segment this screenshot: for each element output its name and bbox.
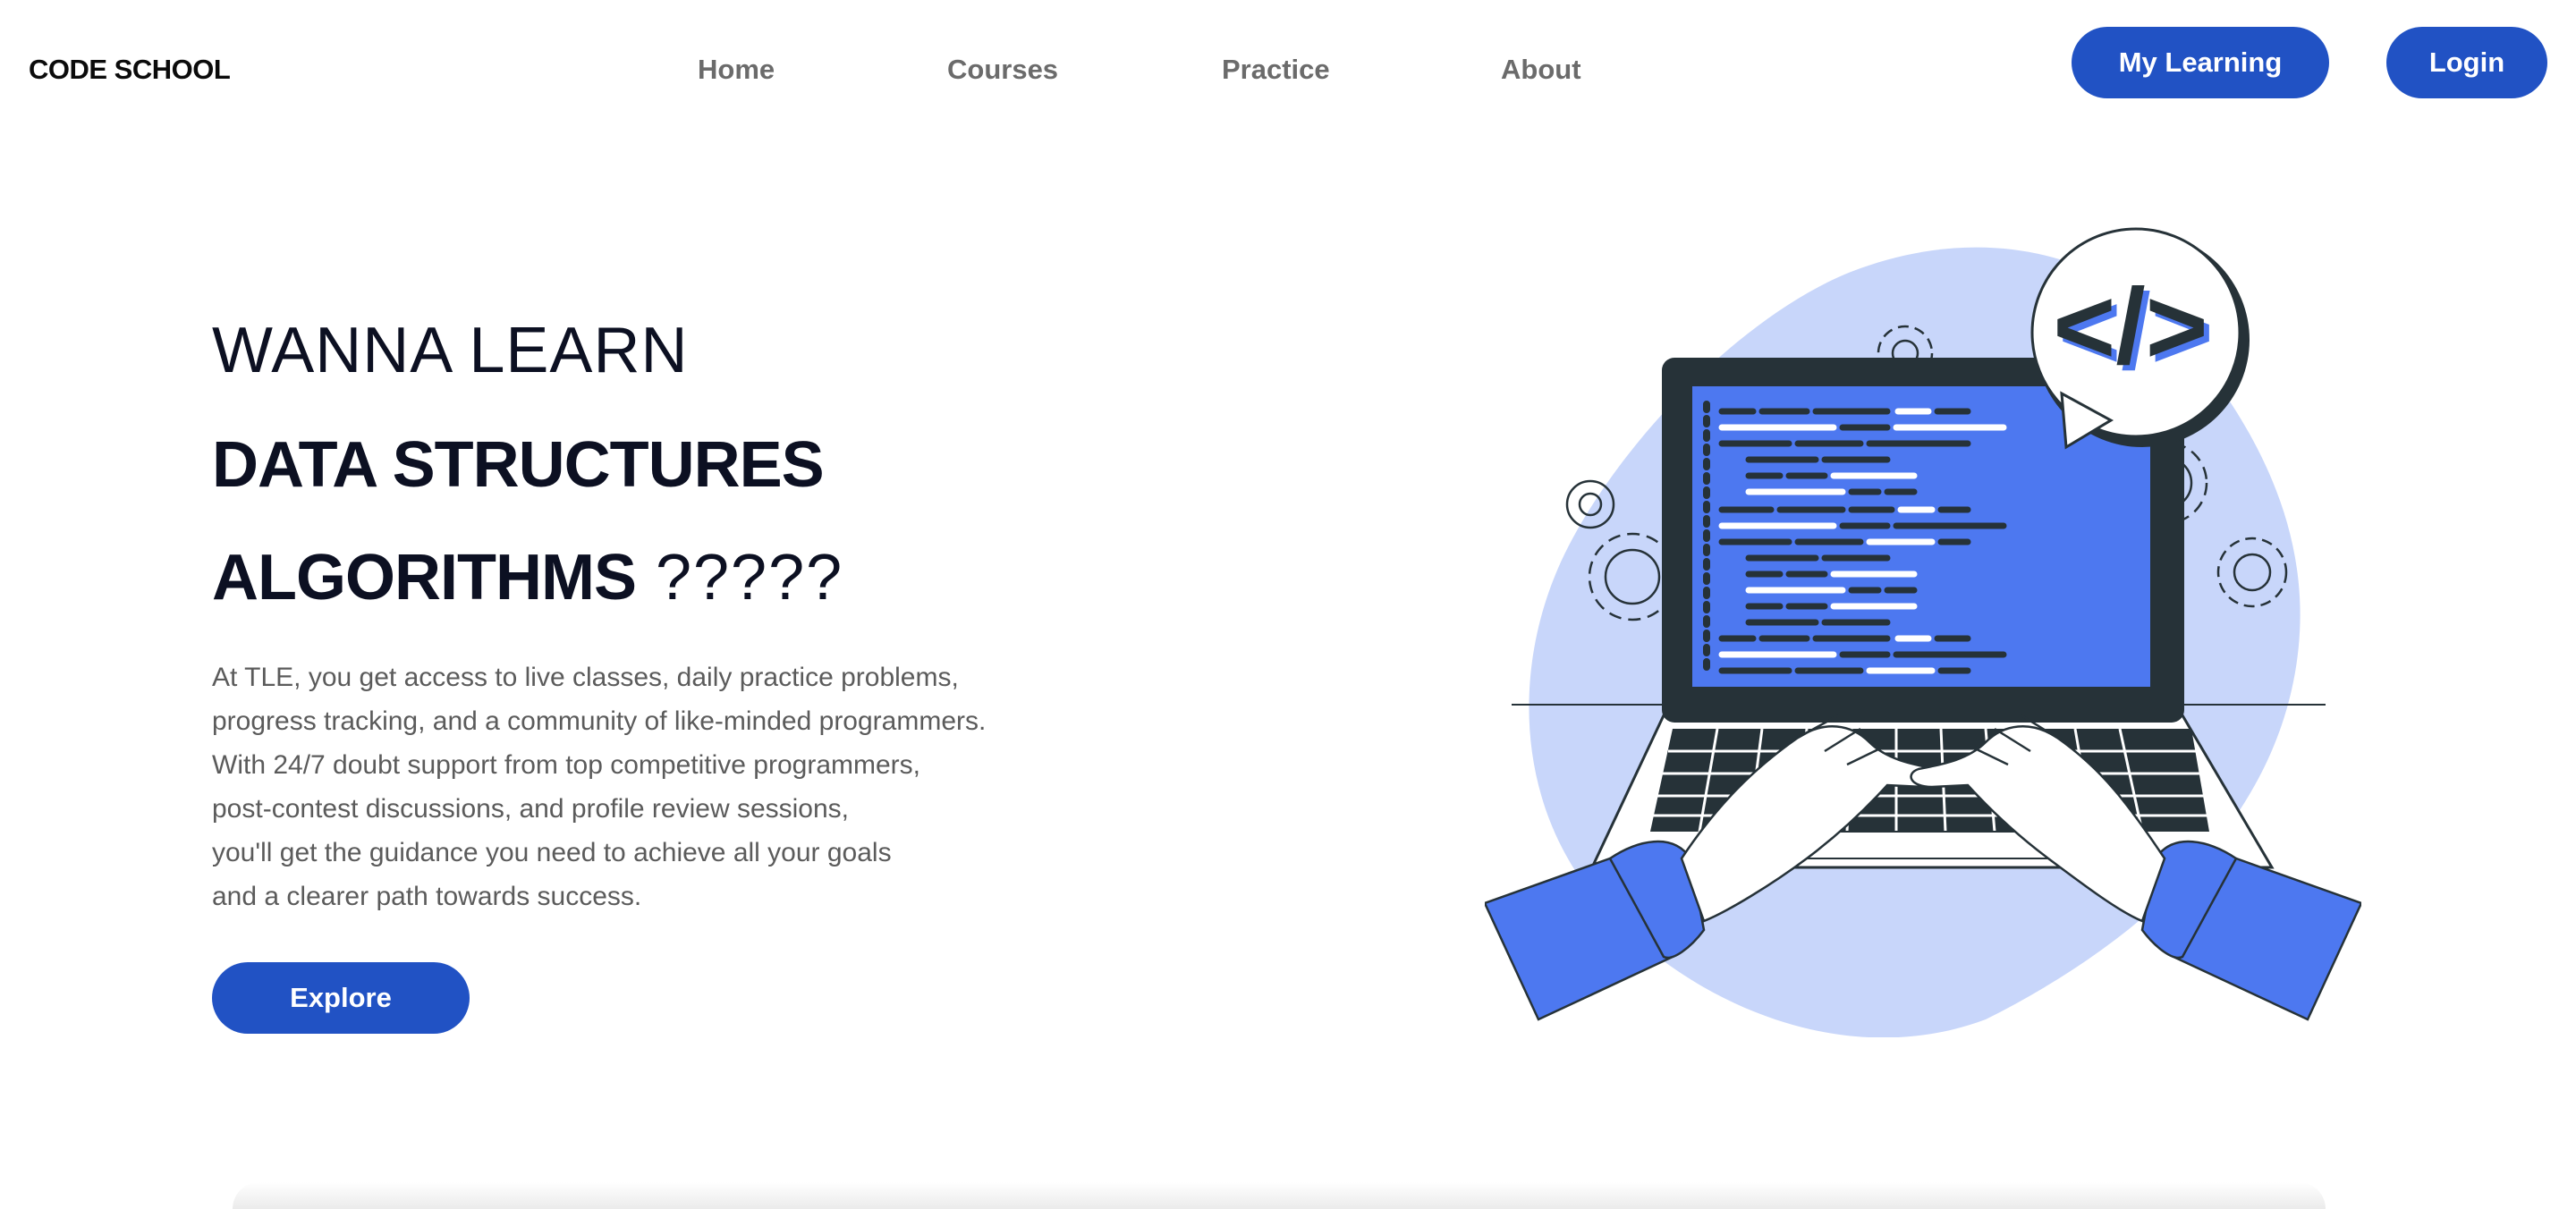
- hero-heading-line-3: ALGORITHMS ?????: [212, 545, 843, 610]
- hero-description-line: you'll get the guidance you need to achi…: [212, 838, 892, 867]
- top-navbar: CODE SCHOOL Home Courses Practice About …: [0, 0, 2576, 143]
- nav-link-practice[interactable]: Practice: [1222, 54, 1330, 86]
- explore-button[interactable]: Explore: [212, 962, 470, 1034]
- hero-description-line: progress tracking, and a community of li…: [212, 706, 987, 736]
- hero-heading-question-marks: ?????: [635, 542, 844, 613]
- hero-heading-algorithms: ALGORITHMS: [212, 542, 637, 613]
- hero-description-line: and a clearer path towards success.: [212, 882, 642, 911]
- nav-link-about[interactable]: About: [1501, 54, 1581, 86]
- site-logo[interactable]: CODE SCHOOL: [29, 54, 231, 86]
- next-section-shadow: [233, 1182, 2326, 1209]
- coding-laptop-illustration: </> </>: [1483, 227, 2363, 1038]
- code-symbol: </>: [2053, 266, 2208, 386]
- nav-link-home[interactable]: Home: [698, 54, 775, 86]
- code-bubble-icon: </> </>: [2030, 227, 2250, 450]
- login-button[interactable]: Login: [2386, 27, 2547, 98]
- hero-description-line: With 24/7 doubt support from top competi…: [212, 750, 921, 780]
- hero-heading-line-1: WANNA LEARN: [212, 315, 689, 386]
- hero-illustration: </> </>: [1483, 215, 2363, 1038]
- hero-heading-line-2: DATA STRUCTURES: [212, 429, 825, 501]
- my-learning-button[interactable]: My Learning: [2072, 27, 2329, 98]
- hero-description-line: At TLE, you get access to live classes, …: [212, 663, 959, 692]
- nav-link-courses[interactable]: Courses: [947, 54, 1058, 86]
- hero-description-line: post-contest discussions, and profile re…: [212, 794, 850, 824]
- hero-description: At TLE, you get access to live classes, …: [212, 655, 1106, 918]
